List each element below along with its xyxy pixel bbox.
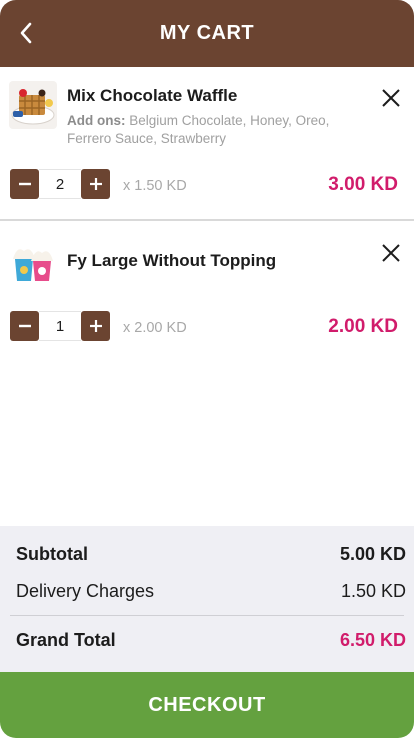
back-button[interactable] (12, 19, 40, 47)
remove-item-button[interactable] (380, 242, 402, 264)
remove-item-button[interactable] (380, 87, 402, 109)
item-total: 2.00 KD (328, 316, 398, 337)
grand-total-value: 6.50 KD (339, 630, 406, 650)
quantity-stepper: 2 (10, 169, 110, 199)
item-total: 3.00 KD (328, 174, 398, 195)
summary-divider (10, 615, 404, 616)
delivery-label: Delivery Charges (16, 581, 155, 601)
quantity-value: 1 (39, 311, 81, 341)
delivery-value: 1.50 KD (340, 581, 406, 601)
minus-icon (18, 182, 31, 186)
page-title: MY CART (159, 22, 255, 44)
cart-item: Mix Chocolate Waffle Add ons: Belgium Ch… (0, 67, 414, 221)
increase-quantity-button[interactable] (81, 311, 110, 341)
app-header: MY CART (0, 0, 414, 67)
close-icon (382, 244, 400, 262)
item-addons: Add ons: Belgium Chocolate, Honey, Oreo,… (67, 112, 367, 148)
plus-icon (89, 320, 102, 332)
item-name: Mix Chocolate Waffle (67, 86, 238, 105)
checkout-label: CHECKOUT (148, 693, 266, 716)
plus-icon (89, 178, 102, 190)
subtotal-value: 5.00 KD (339, 544, 406, 564)
waffle-thumbnail (9, 81, 57, 129)
increase-quantity-button[interactable] (81, 169, 110, 199)
grand-total-label: Grand Total (16, 630, 116, 650)
unit-price: x 2.00 KD (123, 320, 187, 336)
unit-price: x 1.50 KD (123, 178, 187, 194)
checkout-button[interactable]: CHECKOUT (0, 672, 414, 738)
cart-item: Fy Large Without Topping 1 x 2.00 KD 2.0… (0, 223, 414, 363)
item-name: Fy Large Without Topping (67, 251, 277, 270)
order-summary: Subtotal 5.00 KD Delivery Charges 1.50 K… (0, 526, 414, 672)
delivery-row: Delivery Charges 1.50 KD (16, 581, 406, 602)
close-icon (382, 89, 400, 107)
chevron-left-icon (20, 22, 32, 44)
subtotal-label: Subtotal (16, 544, 88, 564)
subtotal-row: Subtotal 5.00 KD (16, 544, 406, 565)
addons-label: Add ons: (67, 113, 126, 128)
grand-total-row: Grand Total 6.50 KD (16, 630, 406, 651)
quantity-value: 2 (39, 169, 81, 199)
decrease-quantity-button[interactable] (10, 311, 39, 341)
decrease-quantity-button[interactable] (10, 169, 39, 199)
minus-icon (18, 324, 31, 328)
frozen-yogurt-thumbnail (9, 237, 57, 285)
quantity-stepper: 1 (10, 311, 110, 341)
